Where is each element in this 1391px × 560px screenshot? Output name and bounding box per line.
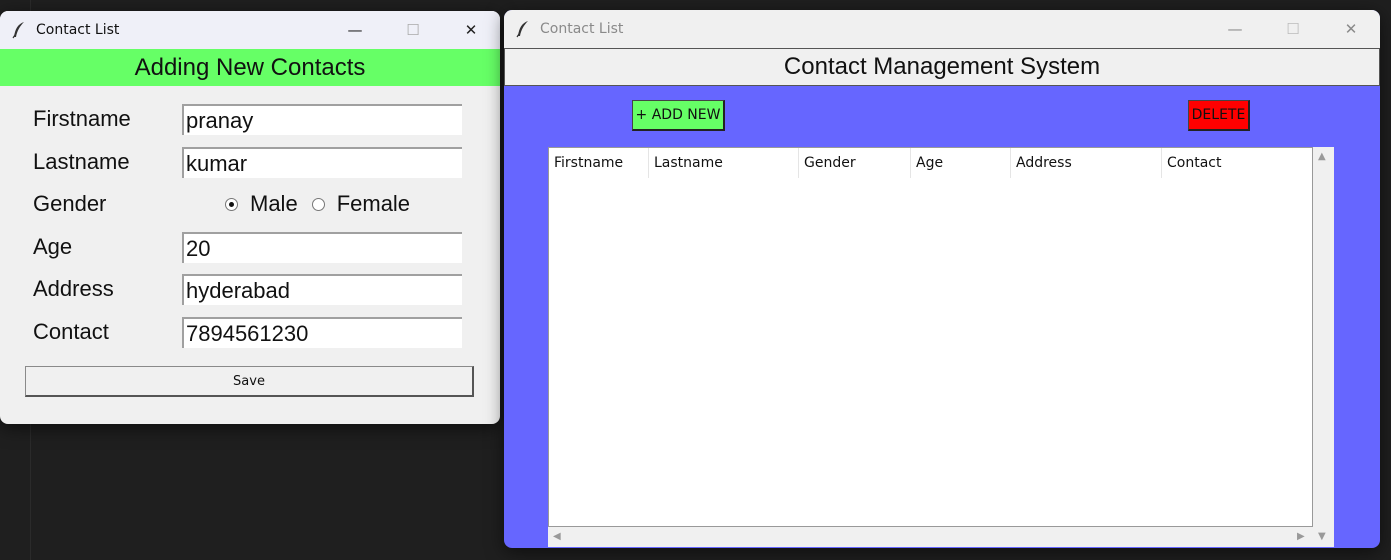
feather-icon — [12, 21, 28, 39]
maximize-icon[interactable]: ☐ — [1264, 10, 1322, 48]
female-radio-icon[interactable] — [311, 197, 325, 211]
save-button[interactable]: Save — [25, 366, 474, 397]
contact-input[interactable] — [182, 317, 462, 348]
contacts-table[interactable]: Firstname Lastname Gender Age Address Co… — [548, 147, 1313, 527]
page-title: Contact Management System — [504, 48, 1380, 86]
scroll-left-icon[interactable]: ◀ — [553, 531, 561, 542]
gender-label: Gender — [33, 191, 107, 216]
firstname-label: Firstname — [33, 106, 131, 131]
gender-row: Gender Male Female — [0, 189, 500, 223]
lastname-input[interactable] — [182, 147, 462, 178]
contact-row: Contact — [0, 317, 500, 351]
delete-button[interactable]: DELETE — [1188, 100, 1250, 131]
column-header-address[interactable]: Address — [1011, 148, 1162, 178]
column-header-firstname[interactable]: Firstname — [549, 148, 649, 178]
address-row: Address — [0, 274, 500, 308]
column-header-age[interactable]: Age — [911, 148, 1011, 178]
contact-list-window: Contact List — ☐ ✕ Contact Management Sy… — [504, 10, 1380, 548]
minimize-icon[interactable]: — — [1206, 10, 1264, 48]
scroll-right-icon[interactable]: ▶ — [1297, 531, 1305, 542]
column-header-lastname[interactable]: Lastname — [649, 148, 799, 178]
add-new-button[interactable]: + ADD NEW — [632, 100, 725, 131]
close-icon[interactable]: ✕ — [442, 11, 500, 49]
female-option-label[interactable]: Female — [337, 191, 410, 217]
maximize-icon[interactable]: ☐ — [384, 11, 442, 49]
male-option-label[interactable]: Male — [250, 191, 298, 217]
window-title: Contact List — [36, 22, 120, 38]
add-contact-window: Contact List — ☐ ✕ Adding New Contacts F… — [0, 11, 500, 424]
title-bar[interactable]: Contact List — ☐ ✕ — [0, 11, 500, 49]
male-radio-icon[interactable] — [225, 197, 238, 211]
lastname-row: Lastname — [0, 147, 500, 181]
scroll-down-icon[interactable]: ▼ — [1318, 531, 1326, 542]
age-input[interactable] — [182, 232, 462, 263]
table-header: Firstname Lastname Gender Age Address Co… — [549, 148, 1312, 178]
horizontal-scrollbar[interactable]: ◀ ▶ — [548, 527, 1313, 547]
feather-icon — [516, 20, 532, 38]
column-header-gender[interactable]: Gender — [799, 148, 911, 178]
minimize-icon[interactable]: — — [326, 11, 384, 49]
column-header-contact[interactable]: Contact — [1162, 148, 1312, 178]
close-icon[interactable]: ✕ — [1322, 10, 1380, 48]
address-input[interactable] — [182, 274, 462, 305]
form-header: Adding New Contacts — [0, 49, 500, 86]
age-row: Age — [0, 232, 500, 266]
firstname-input[interactable] — [182, 104, 462, 135]
window-title: Contact List — [540, 21, 624, 37]
firstname-row: Firstname — [0, 104, 500, 138]
lastname-label: Lastname — [33, 149, 130, 174]
address-label: Address — [33, 276, 114, 301]
contact-label: Contact — [33, 319, 109, 344]
age-label: Age — [33, 234, 73, 259]
scroll-up-icon[interactable]: ▲ — [1318, 151, 1326, 162]
title-bar[interactable]: Contact List — ☐ ✕ — [504, 10, 1380, 48]
vertical-scrollbar[interactable]: ▲ ▼ — [1313, 147, 1334, 547]
